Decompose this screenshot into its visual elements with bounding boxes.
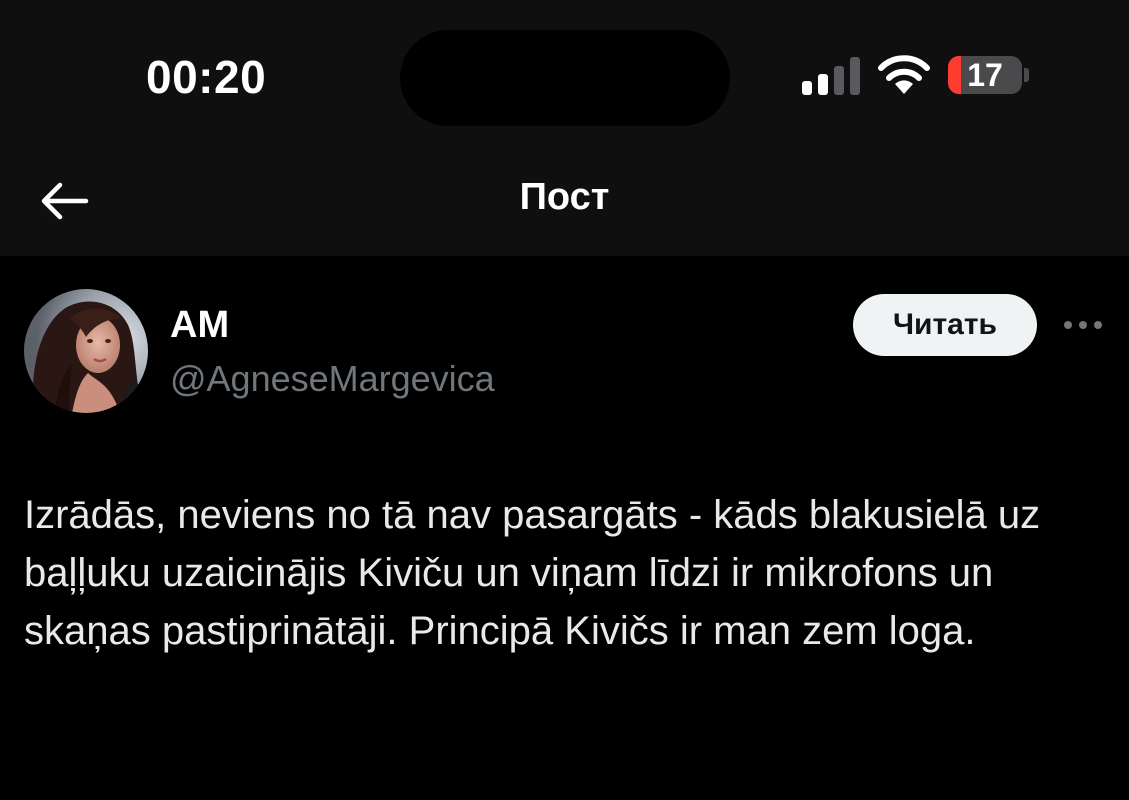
battery-cap <box>1024 68 1029 82</box>
status-bar: 00:20 17 <box>0 0 1129 150</box>
dynamic-island <box>400 30 730 126</box>
author-name[interactable]: AM <box>170 304 229 347</box>
page-title: Пост <box>519 176 610 218</box>
more-horizontal-icon <box>1064 321 1102 329</box>
signal-icon <box>802 57 860 95</box>
avatar[interactable] <box>24 289 148 413</box>
nav-bar: Пост <box>0 150 1129 256</box>
more-button[interactable] <box>1060 308 1106 342</box>
arrow-left-icon <box>41 182 89 220</box>
battery-level: 17 <box>967 57 1003 93</box>
wifi-icon <box>878 55 930 94</box>
battery-icon: 17 <box>948 56 1022 94</box>
back-button[interactable] <box>34 176 94 226</box>
follow-button[interactable]: Читать <box>853 294 1037 356</box>
author-handle[interactable]: @AgneseMargevica <box>170 358 495 400</box>
avatar-image <box>24 289 148 413</box>
status-time: 00:20 <box>146 51 267 103</box>
post-text: Izrādās, neviens no tā nav pasargāts - k… <box>24 493 1041 653</box>
